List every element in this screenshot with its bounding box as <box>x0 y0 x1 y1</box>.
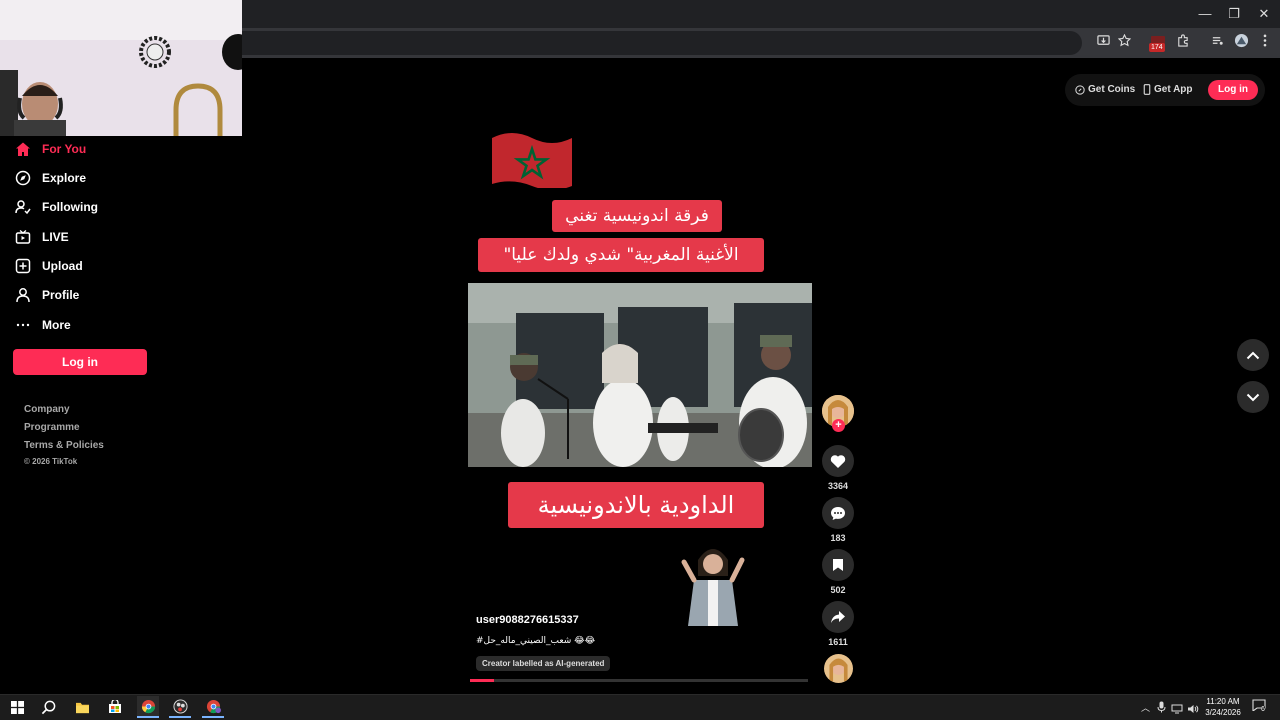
network-icon[interactable] <box>1171 701 1183 719</box>
start-button[interactable] <box>6 696 28 718</box>
share-count: 1611 <box>828 637 848 647</box>
following-icon <box>14 198 32 216</box>
video-caption-line2: الأغنية المغربية" شدي ولدك عليا" <box>478 238 764 272</box>
webcam-overlay <box>0 0 242 136</box>
sidebar-item-label: For You <box>42 142 87 156</box>
sidebar-item-more[interactable]: More <box>14 313 71 337</box>
windows-taskbar <box>0 694 1280 720</box>
extension-icon[interactable]: 174 <box>1148 33 1168 53</box>
file-explorer-button[interactable] <box>71 696 93 718</box>
browser-menu-icon[interactable] <box>1255 33 1275 53</box>
previous-video-button[interactable] <box>1237 339 1269 371</box>
microphone-icon[interactable] <box>1157 700 1166 718</box>
profile-icon <box>14 286 32 304</box>
get-app-link[interactable]: Get App <box>1143 84 1193 95</box>
phone-icon <box>1143 84 1151 95</box>
video-player[interactable]: فرقة اندونيسية تغني الأغنية المغربية" شد… <box>468 126 812 682</box>
get-app-label: Get App <box>1154 84 1193 95</box>
store-bag-icon <box>109 700 121 713</box>
save-button[interactable] <box>822 549 854 581</box>
sidebar-item-label: Upload <box>42 259 83 273</box>
sidebar-item-for-you[interactable]: For You <box>14 137 86 161</box>
chevron-down-icon <box>1246 393 1260 401</box>
profile-avatar-icon[interactable] <box>1231 33 1251 53</box>
sidebar-item-following[interactable]: Following <box>14 195 98 219</box>
obs-taskbar-button[interactable] <box>169 696 191 718</box>
upload-icon <box>14 257 32 275</box>
recorder-icon <box>172 698 188 714</box>
install-app-icon[interactable] <box>1093 33 1113 53</box>
sidebar-item-profile[interactable]: Profile <box>14 283 79 307</box>
close-button[interactable]: ✕ <box>1249 4 1279 24</box>
flag-morocco-image <box>492 133 572 188</box>
chrome-icon <box>141 699 155 713</box>
sidebar-login-button[interactable]: Log in <box>13 349 147 375</box>
taskbar-date[interactable]: 3/24/2026 <box>1198 708 1248 717</box>
chrome-profile-taskbar-button[interactable] <box>202 696 224 718</box>
home-icon <box>14 140 32 158</box>
sidebar-item-label: More <box>42 318 71 332</box>
clapping-woman-sticker <box>681 549 745 626</box>
compass-icon <box>14 169 32 187</box>
sidebar-item-explore[interactable]: Explore <box>14 166 86 190</box>
bookmark-star-icon[interactable] <box>1114 33 1134 53</box>
comment-count: 183 <box>830 533 846 543</box>
video-username[interactable]: user9088276615337 <box>476 614 579 626</box>
store-button[interactable] <box>104 696 126 718</box>
heart-icon <box>830 454 846 468</box>
get-coins-label: Get Coins <box>1088 84 1136 95</box>
chrome-taskbar-button[interactable] <box>137 696 159 718</box>
restore-button[interactable]: ❐ <box>1219 4 1249 24</box>
footer-link-company[interactable]: Company <box>24 404 70 415</box>
get-coins-link[interactable]: Get Coins <box>1075 84 1135 95</box>
footer-link-terms[interactable]: Terms & Policies <box>24 440 104 451</box>
video-progress-bar[interactable] <box>470 679 808 682</box>
save-count: 502 <box>830 585 846 595</box>
comment-button[interactable] <box>822 497 854 529</box>
media-controls-icon[interactable] <box>1207 33 1227 53</box>
minimize-button[interactable]: — <box>1190 4 1220 24</box>
address-bar[interactable] <box>242 31 1082 55</box>
search-icon <box>41 700 55 714</box>
video-caption-line1: فرقة اندونيسية تغني <box>552 200 722 232</box>
sidebar-item-live[interactable]: LIVE <box>14 225 69 249</box>
like-count: 3364 <box>827 481 849 491</box>
sidebar-item-upload[interactable]: Upload <box>14 254 83 278</box>
sidebar-item-label: Profile <box>42 288 80 302</box>
coin-icon <box>1075 84 1085 95</box>
ai-generated-label: Creator labelled as AI-generated <box>476 656 611 671</box>
video-progress-fill <box>470 679 494 682</box>
bookmark-icon <box>833 559 843 571</box>
tray-overflow-icon[interactable]: ︿ <box>1141 701 1150 714</box>
footer-link-programme[interactable]: Programme <box>24 422 80 433</box>
windows-logo-icon <box>10 700 24 714</box>
notification-center-button[interactable]: 6 <box>1252 698 1270 716</box>
search-button[interactable] <box>37 696 59 718</box>
video-caption-bottom: الداودية بالاندونيسية <box>508 482 764 528</box>
copyright: © 2026 TikTok <box>24 457 78 466</box>
sidebar-item-label: LIVE <box>42 230 69 244</box>
follow-plus-icon[interactable]: + <box>832 419 845 432</box>
sidebar-item-label: Explore <box>42 171 87 185</box>
extension-badge: 174 <box>1149 43 1165 52</box>
chrome-profile-icon <box>206 699 221 713</box>
more-icon <box>14 316 32 334</box>
taskbar-time[interactable]: 11:20 AM <box>1198 697 1248 706</box>
video-frame-image <box>468 283 812 467</box>
comment-icon <box>831 506 845 520</box>
folder-icon <box>75 702 89 713</box>
live-icon <box>14 228 32 246</box>
extensions-puzzle-icon[interactable] <box>1172 33 1192 53</box>
like-button[interactable] <box>822 445 854 477</box>
sidebar-item-label: Following <box>42 200 98 214</box>
top-login-button[interactable]: Log in <box>1208 80 1258 100</box>
next-video-button[interactable] <box>1237 381 1269 413</box>
chevron-up-icon <box>1246 351 1260 359</box>
video-description: #شعب_الصيني_ماله_حل 😂😂 <box>476 636 596 646</box>
share-icon <box>831 611 845 623</box>
notification-count: 6 <box>1261 706 1265 713</box>
share-button[interactable] <box>822 601 854 633</box>
music-disc-avatar[interactable] <box>824 654 853 683</box>
